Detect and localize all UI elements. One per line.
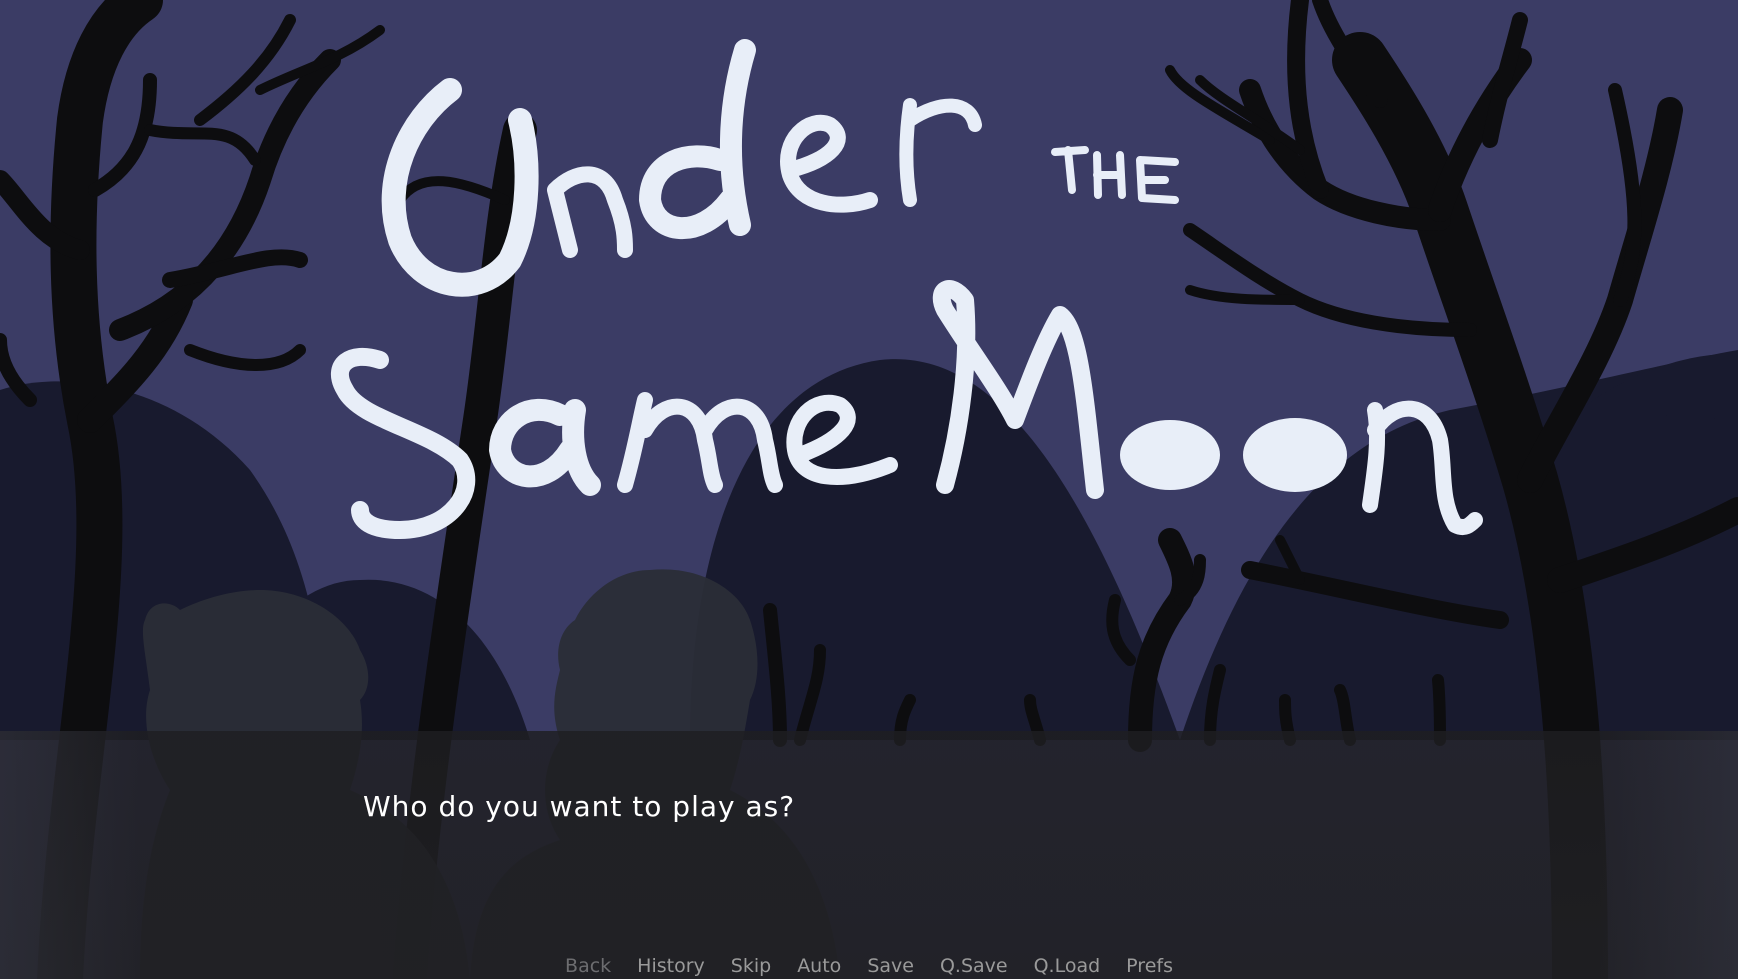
quick-menu-qsave-button[interactable]: Q.Save — [940, 953, 1008, 979]
quick-menu: Back History Skip Auto Save Q.Save Q.Loa… — [0, 953, 1738, 979]
quick-menu-qload-button[interactable]: Q.Load — [1034, 953, 1101, 979]
dialogue-text: Who do you want to play as? — [363, 790, 796, 823]
quick-menu-save-button[interactable]: Save — [867, 953, 914, 979]
quick-menu-auto-button[interactable]: Auto — [797, 953, 841, 979]
dialogue-box[interactable] — [0, 731, 1738, 979]
quick-menu-skip-button[interactable]: Skip — [731, 953, 771, 979]
quick-menu-history-button[interactable]: History — [637, 953, 705, 979]
game-screen[interactable]: Who do you want to play as? Back History… — [0, 0, 1738, 979]
quick-menu-back-button[interactable]: Back — [565, 953, 611, 979]
quick-menu-prefs-button[interactable]: Prefs — [1126, 953, 1173, 979]
